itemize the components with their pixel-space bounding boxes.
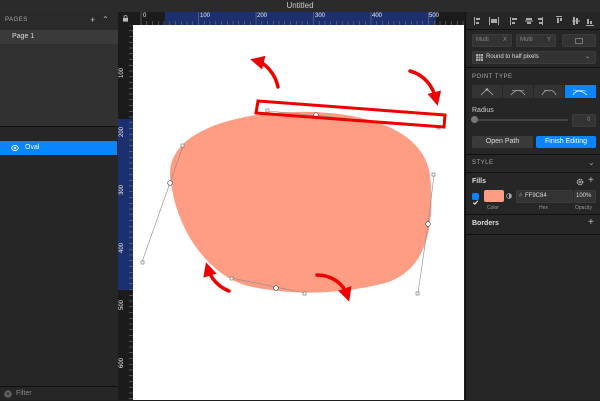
ruler-tick-label: 100 bbox=[200, 13, 211, 19]
pages-list bbox=[0, 44, 118, 126]
ruler-tick-label: 100 bbox=[119, 67, 125, 78]
radius-label: Radius bbox=[472, 107, 494, 114]
control-handle bbox=[265, 108, 270, 113]
open-path-button[interactable]: Open Path bbox=[472, 136, 533, 148]
anchor-point bbox=[273, 285, 279, 291]
ruler-corner[interactable] bbox=[118, 12, 133, 25]
control-handle bbox=[415, 291, 420, 296]
fill-enabled-checkbox[interactable] bbox=[472, 193, 479, 205]
fill-hex-caption: Hex bbox=[539, 205, 548, 211]
ruler-tick-label: 500 bbox=[429, 13, 440, 19]
pixel-rounding-value: Round to half pixels bbox=[486, 54, 539, 60]
ruler-tick-label: 600 bbox=[119, 357, 125, 368]
filter-bar[interactable]: Filter bbox=[0, 386, 118, 401]
add-border-icon[interactable]: + bbox=[588, 217, 594, 228]
fill-opacity-value: 100% bbox=[576, 193, 592, 199]
chevron-up-icon[interactable]: ⌃ bbox=[102, 15, 109, 24]
radius-slider[interactable] bbox=[471, 116, 568, 123]
gear-icon[interactable] bbox=[576, 178, 584, 186]
inspector-panel: Multi X Multi Y Round to half pixels ⌄ P… bbox=[465, 12, 600, 400]
ruler-tick-label: 400 bbox=[119, 242, 125, 253]
annotation-arrow bbox=[408, 69, 442, 106]
align-icons bbox=[474, 16, 594, 26]
ruler-tick-label: 200 bbox=[119, 126, 125, 137]
alignment-toolbar[interactable] bbox=[472, 16, 596, 26]
point-type-segmented-control bbox=[472, 85, 596, 98]
ruler-tick-label: 200 bbox=[257, 13, 268, 19]
layer-item-label: Oval bbox=[25, 144, 40, 151]
control-handle bbox=[229, 276, 234, 281]
filter-label: Filter bbox=[16, 390, 32, 397]
page-item[interactable]: Page 1 bbox=[0, 30, 118, 44]
point-type-mirrored[interactable] bbox=[503, 85, 533, 98]
height-field[interactable]: Multi Y bbox=[516, 34, 556, 47]
canvas[interactable] bbox=[133, 25, 464, 400]
straight-point-icon bbox=[480, 88, 494, 96]
grid-icon bbox=[476, 54, 483, 61]
control-handle bbox=[180, 143, 185, 148]
chevron-down-icon: ⌄ bbox=[585, 54, 591, 60]
width-field-unit: X bbox=[503, 37, 508, 43]
pixel-rounding-select[interactable]: Round to half pixels ⌄ bbox=[472, 51, 596, 64]
plus-icon[interactable]: + bbox=[90, 15, 95, 25]
ruler-selection-highlight bbox=[118, 119, 133, 290]
point-type-straight[interactable] bbox=[472, 85, 502, 98]
asymmetric-point-icon bbox=[572, 89, 588, 96]
add-fill-icon[interactable]: + bbox=[588, 175, 594, 186]
pages-label: PAGES bbox=[5, 17, 28, 23]
anchor-point bbox=[167, 180, 173, 186]
ruler-tick-label: 0 bbox=[143, 13, 147, 19]
lock-ratio-icon bbox=[575, 38, 583, 44]
fill-opacity-field[interactable]: 100% bbox=[574, 190, 596, 203]
page-item-label: Page 1 bbox=[12, 33, 35, 40]
oval-icon bbox=[11, 145, 19, 151]
control-handle bbox=[302, 291, 307, 296]
point-type-asymmetric[interactable] bbox=[565, 85, 596, 98]
control-handle bbox=[140, 260, 145, 265]
height-field-value: Multi bbox=[520, 37, 533, 43]
fill-color-caption: Color bbox=[487, 205, 499, 211]
chevron-down-icon[interactable]: ⌄ bbox=[588, 158, 595, 167]
layers-sidebar: PAGES + ⌃ Page 1 Oval Filter bbox=[0, 12, 119, 400]
checkmark-icon bbox=[472, 200, 479, 205]
fill-color-swatch[interactable] bbox=[484, 190, 504, 202]
disconnected-point-icon bbox=[541, 89, 557, 96]
width-field[interactable]: Multi X bbox=[472, 34, 512, 47]
pages-divider[interactable] bbox=[0, 126, 118, 127]
oval-shape[interactable] bbox=[169, 111, 432, 293]
constrain-proportions-button[interactable] bbox=[562, 34, 596, 47]
radius-slider-knob[interactable] bbox=[471, 116, 478, 123]
style-header: STYLE bbox=[472, 160, 494, 166]
height-field-unit: Y bbox=[547, 37, 552, 43]
width-field-value: Multi bbox=[476, 37, 489, 43]
radius-field[interactable]: 0 bbox=[572, 114, 596, 127]
ruler-tick-label: 300 bbox=[315, 13, 326, 19]
ruler-tick-label: 400 bbox=[372, 13, 383, 19]
ruler-tick-label: 300 bbox=[119, 184, 125, 195]
control-handle bbox=[431, 172, 436, 177]
fill-opacity-caption: Opacity bbox=[575, 205, 592, 211]
anchor-point bbox=[425, 221, 431, 227]
point-type-disconnected[interactable] bbox=[534, 85, 564, 98]
layer-item-oval[interactable]: Oval bbox=[0, 141, 117, 155]
annotation-arrow bbox=[250, 55, 280, 89]
fill-hex-value: FF9C84 bbox=[525, 193, 547, 199]
lock-icon[interactable] bbox=[122, 15, 129, 22]
hash-symbol: # bbox=[519, 193, 523, 199]
fill-hex-field[interactable]: # FF9C84 bbox=[516, 190, 573, 203]
ruler-vertical[interactable]: 100 200 300 400 500 600 bbox=[118, 25, 133, 400]
ruler-tick-label: 500 bbox=[119, 299, 125, 310]
radius-value: 0 bbox=[587, 117, 591, 123]
mirrored-point-icon bbox=[510, 90, 526, 96]
borders-label: Borders bbox=[472, 220, 499, 227]
filter-icon bbox=[4, 390, 12, 398]
fills-label: Fills bbox=[472, 178, 487, 185]
point-type-label: POINT TYPE bbox=[472, 74, 513, 80]
color-mode-icon[interactable] bbox=[506, 193, 512, 199]
finish-editing-button[interactable]: Finish Editing bbox=[536, 136, 596, 148]
pages-header: PAGES + ⌃ bbox=[0, 12, 118, 30]
ruler-horizontal[interactable]: 0 100 200 300 400 500 bbox=[133, 12, 464, 25]
